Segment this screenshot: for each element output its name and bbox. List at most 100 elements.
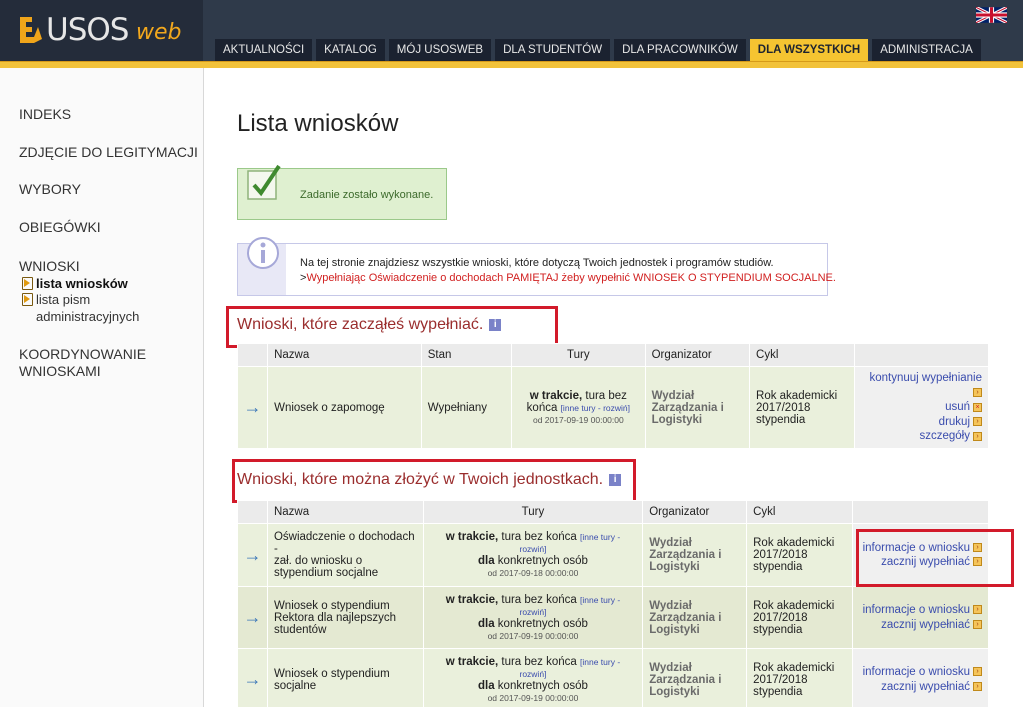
request-tury: w trakcie, tura bez końca [inne tury - r… <box>422 523 644 587</box>
delete-icon[interactable]: × <box>973 402 982 412</box>
col-tury: Tury <box>422 500 644 524</box>
sidebar-item-wybory[interactable]: WYBORY <box>19 181 81 198</box>
tab-dla-wszystkich[interactable]: DLA WSZYSTKICH <box>749 39 869 61</box>
sidebar-item-indeks[interactable]: INDEKS <box>19 106 71 123</box>
info-request-link[interactable]: informacje o wniosku <box>863 666 970 678</box>
section-title-available: Wnioski, które można złożyć w Twoich jed… <box>237 471 622 489</box>
started-requests-table: Nazwa Stan Tury Organizator Cykl → Wnios… <box>236 343 989 449</box>
sidebar-item-zdjecie[interactable]: ZDJĘCIE DO LEGITYMACJI <box>19 144 198 161</box>
sidebar-item-wnioski[interactable]: WNIOSKI <box>19 258 80 275</box>
sidebar: INDEKS ZDJĘCIE DO LEGITYMACJI WYBORY OBI… <box>0 68 204 707</box>
top-header: USOS web AKTUALNOŚCI KATALOG MÓJ USOSWEB… <box>0 0 1023 68</box>
col-organizator: Organizator <box>642 500 748 524</box>
request-state: Wypełniany <box>420 366 513 449</box>
tab-moj-usosweb[interactable]: MÓJ USOSWEB <box>388 39 492 61</box>
arrow-right-icon[interactable]: → <box>237 586 268 649</box>
info-icon-area <box>238 237 286 295</box>
other-rounds-link[interactable]: [inne tury - rozwiń] <box>561 403 630 413</box>
tab-dla-studentow[interactable]: DLA STUDENTÓW <box>495 39 611 61</box>
print-link[interactable]: drukuj <box>939 416 970 428</box>
table-row: → Wniosek o stypendium socjalne w trakcie… <box>237 648 989 707</box>
continue-filling-link[interactable]: kontynuuj wypełnianie <box>869 372 982 384</box>
section-title-started: Wnioski, które zacząłeś wypełniać. i <box>237 316 502 334</box>
arrow-box-icon[interactable]: › <box>973 681 982 691</box>
arrow-box-icon[interactable]: › <box>973 619 982 629</box>
other-rounds-link[interactable]: [inne tury - <box>580 595 620 605</box>
info-icon[interactable]: i <box>609 473 622 486</box>
table-row: → Wniosek o zapomogę Wypełniany w trakci… <box>236 366 989 449</box>
header-accent-bar <box>0 61 1023 68</box>
sidebar-subitem-lista-wnioskow[interactable]: lista wniosków <box>22 275 128 292</box>
request-tury: w trakcie, tura bez końca [inne tury - r… <box>511 366 646 449</box>
info-request-link[interactable]: informacje o wniosku <box>863 604 970 616</box>
request-organizer: Wydział Zarządzania i Logistyki <box>642 648 748 707</box>
bullet-icon <box>22 293 33 306</box>
col-cykl: Cykl <box>746 500 853 524</box>
page-title: Lista wniosków <box>237 110 399 137</box>
success-text: Zadanie zostało wykonane. <box>300 189 434 201</box>
col-nazwa: Nazwa <box>266 500 424 524</box>
table-header-row: Nazwa Stan Tury Organizator Cykl <box>236 343 989 367</box>
logo-area[interactable]: USOS web <box>0 0 203 66</box>
sidebar-subitem-lista-pism[interactable]: lista pism <box>22 291 91 308</box>
bullet-icon <box>22 277 33 290</box>
sidebar-subitem-lista-pism-cont[interactable]: administracyjnych <box>24 308 139 325</box>
arrow-box-icon[interactable]: › <box>973 667 982 677</box>
sidebar-item-koordynowanie-cont[interactable]: WNIOSKAMI <box>19 363 101 380</box>
info-text: Na tej stronie znajdziesz wszystkie wnio… <box>300 257 774 269</box>
request-cycle: Rok akademicki 2017/2018 stypendia <box>749 366 856 449</box>
arrow-right-icon[interactable]: → <box>236 366 269 449</box>
sidebar-subitem-label: lista pism <box>36 292 91 307</box>
table-header-row: Nazwa Tury Organizator Cykl <box>237 500 989 524</box>
arrow-box-icon[interactable]: › <box>973 388 982 398</box>
info-warning-text: >Wypełniając Oświadczenie o dochodach PA… <box>300 272 836 284</box>
request-organizer: Wydział Zarządzania i Logistyki <box>642 523 748 587</box>
english-flag-icon[interactable] <box>976 7 1007 23</box>
tab-aktualnosci[interactable]: AKTUALNOŚCI <box>215 39 313 61</box>
arrow-box-icon[interactable]: › <box>973 431 982 441</box>
request-tury: w trakcie, tura bez końca [inne tury - r… <box>422 648 644 707</box>
request-name: Wniosek o stypendium Rektora dla najlepsz… <box>266 586 424 649</box>
arrow-right-icon[interactable]: → <box>237 648 268 707</box>
request-name: Wniosek o zapomogę <box>267 366 422 449</box>
arrow-box-icon[interactable]: › <box>973 605 982 615</box>
other-rounds-link[interactable]: [inne tury - <box>580 657 620 667</box>
request-cycle: Rok akademicki 2017/2018 stypendia <box>746 648 853 707</box>
request-actions: informacje o wniosku › zacznij wypełniać › <box>852 586 989 649</box>
success-message-box: Zadanie zostało wykonane. <box>237 164 447 220</box>
info-icon <box>247 237 279 269</box>
arrow-box-icon[interactable]: › <box>973 417 982 427</box>
sidebar-item-koordynowanie[interactable]: KOORDYNOWANIE <box>19 346 146 363</box>
main-content: Lista wniosków Zadanie zostało wykonane.… <box>204 68 1023 707</box>
request-cycle: Rok akademicki 2017/2018 stypendia <box>746 586 853 649</box>
logo-text: USOS <box>46 12 129 48</box>
request-actions: informacje o wniosku › zacznij wypełniać › <box>852 648 989 707</box>
col-tury: Tury <box>511 343 646 367</box>
checkmark-icon <box>247 164 281 200</box>
other-rounds-link[interactable]: [inne tury - <box>580 532 620 542</box>
delete-link[interactable]: usuń <box>945 401 970 413</box>
sidebar-subitem-label: lista wniosków <box>36 276 128 291</box>
sidebar-item-obiegowki[interactable]: OBIEGÓWKI <box>19 219 101 236</box>
start-filling-link[interactable]: zacznij wypełniać <box>881 619 970 631</box>
request-organizer: Wydział Zarządzania i Logistyki <box>642 586 748 649</box>
tab-dla-pracownikow[interactable]: DLA PRACOWNIKÓW <box>614 39 746 61</box>
col-cykl: Cykl <box>749 343 856 367</box>
request-name: Wniosek o stypendium socjalne <box>266 648 424 707</box>
col-nazwa: Nazwa <box>267 343 422 367</box>
arrow-right-icon[interactable]: → <box>237 523 268 587</box>
highlight-outline <box>856 529 1014 587</box>
tab-katalog[interactable]: KATALOG <box>316 39 385 61</box>
usos-logo-icon <box>20 17 42 43</box>
table-row: → Wniosek o stypendium Rektora dla najlep… <box>237 586 989 649</box>
info-message-box: Na tej stronie znajdziesz wszystkie wnio… <box>237 237 836 296</box>
request-cycle: Rok akademicki 2017/2018 stypendia <box>746 523 853 587</box>
info-icon[interactable]: i <box>489 318 502 331</box>
details-link[interactable]: szczegóły <box>920 430 971 442</box>
tab-administracja[interactable]: ADMINISTRACJA <box>872 39 981 61</box>
logo-suffix: web <box>136 20 182 45</box>
col-stan: Stan <box>420 343 513 367</box>
col-organizator: Organizator <box>644 343 751 367</box>
start-filling-link[interactable]: zacznij wypełniać <box>881 681 970 693</box>
request-name: Oświadczenie o dochodach - zał. do wniosk… <box>266 523 424 587</box>
